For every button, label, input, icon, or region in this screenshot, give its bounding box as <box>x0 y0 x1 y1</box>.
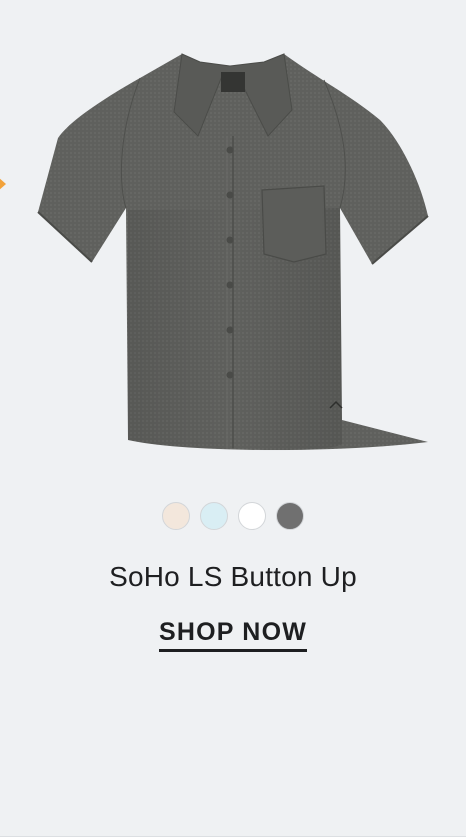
shop-now-wrapper: SHOP NOW <box>0 618 466 652</box>
swatch-charcoal[interactable] <box>276 502 304 530</box>
swatch-cream[interactable] <box>162 502 190 530</box>
swatch-light-blue[interactable] <box>200 502 228 530</box>
product-title: SoHo LS Button Up <box>109 561 357 592</box>
carousel-prev-arrow-icon[interactable] <box>0 177 6 191</box>
swatch-white[interactable] <box>238 502 266 530</box>
label-tag <box>221 72 245 92</box>
shirt-pocket <box>261 185 327 263</box>
color-swatches <box>0 502 466 530</box>
product-image[interactable] <box>30 40 435 460</box>
product-card: SoHo LS Button Up SHOP NOW <box>0 0 466 837</box>
shop-now-link[interactable]: SHOP NOW <box>158 618 308 652</box>
